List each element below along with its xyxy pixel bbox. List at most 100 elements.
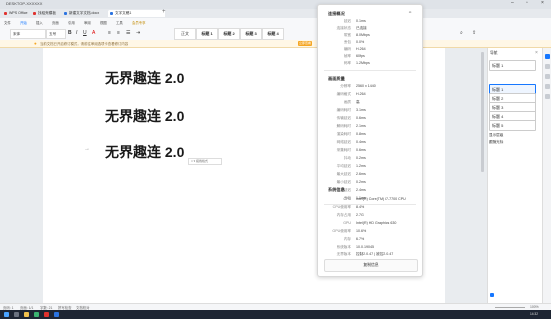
section-title-system: 系统信息	[328, 187, 345, 192]
wps-icon	[4, 12, 7, 15]
stat-row: 编码耗时 3.1ms	[318, 107, 422, 114]
ribbon: 文件 开始 插入 页面 引用 审阅 视图 工具 会员专享 宋体 五号 B I U…	[0, 18, 551, 41]
window-title: DESKTOP-XXXXXX	[6, 1, 43, 6]
nav-checkbox[interactable]	[490, 293, 494, 297]
heading-line-1[interactable]: 无界趣连 2.0	[105, 68, 184, 88]
stat-row: 传输延迟 0.6ms	[318, 115, 422, 122]
nav-option-level[interactable]: 显示层级	[489, 132, 535, 138]
style-normal[interactable]: 正文	[174, 28, 196, 40]
copy-info-button[interactable]: 复制信息	[324, 259, 418, 272]
align-left-icon[interactable]: ≡	[108, 30, 111, 36]
tab-bar: WPS Office 找稻壳模板 新建文字文档.docx 文字文稿1 +	[0, 9, 551, 18]
wps-taskbar-icon[interactable]	[44, 312, 49, 317]
underline-icon[interactable]: U	[83, 30, 87, 36]
zoom-slider[interactable]	[495, 307, 525, 308]
nav-close-icon[interactable]: ×	[535, 50, 538, 56]
style-heading-1[interactable]: 标题 1	[196, 28, 218, 40]
stat-row: 编码格式 H.264	[318, 91, 422, 98]
browser-icon[interactable]	[34, 312, 39, 317]
stat-row: 连接状态 已连接	[318, 25, 422, 32]
style-tool-icon[interactable]	[545, 64, 550, 69]
list-icon[interactable]: ☰	[126, 30, 130, 36]
maximize-icon[interactable]: ▫	[526, 0, 528, 6]
format-tooltip[interactable]: □ ▾ 拖拽格式	[188, 158, 222, 165]
heading-line-3[interactable]: 无界趣连 2.0	[105, 142, 184, 162]
menu-file[interactable]: 文件	[4, 20, 11, 25]
find-icon[interactable]: ⌕	[460, 30, 463, 36]
stat-key: 内存占用	[336, 213, 351, 217]
tab-label: WPS Office	[9, 11, 28, 15]
doc-icon	[110, 12, 113, 15]
menu-member[interactable]: 会员专享	[132, 20, 146, 25]
italic-icon[interactable]: I	[76, 30, 77, 36]
stat-key: 渲染耗时	[336, 132, 351, 136]
clock: 14:32	[530, 311, 538, 316]
title-bar: DESKTOP-XXXXXX – ▫ ×	[0, 0, 551, 9]
stat-value: 0.8ms	[356, 132, 366, 136]
stat-value: 6.7%	[356, 237, 365, 241]
tab-label: 新建文字文档.docx	[69, 11, 100, 15]
stat-value: Intel(R) Core(TM) i7-7700 CPU	[356, 197, 406, 201]
stat-value: 已连接	[356, 26, 367, 30]
minimize-icon[interactable]: –	[511, 0, 514, 6]
stat-value: 0.1ms	[356, 19, 366, 23]
font-size-select[interactable]: 五号	[46, 29, 66, 39]
nav-item-heading-5[interactable]: 标题 5	[489, 120, 536, 131]
menu-tools[interactable]: 工具	[116, 20, 123, 25]
zoom-level[interactable]: 100%	[530, 305, 539, 309]
share-icon[interactable]: ⇪	[472, 30, 476, 36]
stat-value: 0.2ms	[356, 180, 366, 184]
stat-value: 2.6ms	[356, 172, 366, 176]
font-name-select[interactable]: 宋体	[10, 29, 46, 39]
menu-review[interactable]: 审阅	[84, 20, 91, 25]
stat-key: 最大延迟	[336, 172, 351, 176]
stat-key: 最小延迟	[336, 180, 351, 184]
stat-key: 内存	[343, 237, 351, 241]
font-color-icon[interactable]: A	[92, 30, 95, 36]
stat-row: 内存 6.7%	[318, 236, 422, 243]
stat-value: 2.4ms	[356, 188, 366, 192]
nav-filter-select[interactable]: 标题 1	[489, 60, 536, 71]
tab-document-1[interactable]: 文字文稿1	[108, 10, 165, 17]
menu-page[interactable]: 页面	[52, 20, 59, 25]
style-heading-3[interactable]: 标题 3	[240, 28, 262, 40]
stat-value: 10.6%	[356, 229, 367, 233]
link-icon[interactable]: ⚭	[408, 10, 412, 16]
align-center-icon[interactable]: ≡	[117, 30, 120, 36]
stat-key: 分辨率	[340, 84, 351, 88]
new-tab-icon[interactable]: +	[162, 9, 166, 15]
bold-icon[interactable]: B	[68, 30, 72, 36]
stat-row: GPU使用率 10.6%	[318, 228, 422, 235]
comment-tool-icon[interactable]	[545, 84, 550, 89]
search-icon[interactable]	[14, 312, 19, 317]
stat-value: 1.2ms	[356, 164, 366, 168]
stat-value: 0.6ms	[356, 116, 366, 120]
navigation-pane: 导航 × 标题 1 标题 1 标题 2 标题 3 标题 4 标题 5 显示层级 …	[487, 48, 543, 303]
menu-home[interactable]: 开始	[20, 20, 27, 25]
start-icon[interactable]	[4, 312, 9, 317]
stat-value: 2.1ms	[356, 124, 366, 128]
remote-app-icon[interactable]	[54, 312, 59, 317]
stat-row: 画质 高	[318, 99, 422, 106]
stat-key: 连接状态	[336, 26, 351, 30]
close-icon[interactable]: ×	[541, 0, 544, 6]
menu-view[interactable]: 视图	[100, 20, 107, 25]
style-heading-2[interactable]: 标题 2	[218, 28, 240, 40]
style-heading-4[interactable]: 标题 4	[262, 28, 284, 40]
vertical-scrollbar[interactable]	[481, 52, 484, 172]
menu-reference[interactable]: 引用	[68, 20, 75, 25]
nav-tool-icon[interactable]	[545, 54, 550, 59]
heading-line-2[interactable]: 无界趣连 2.0	[105, 106, 184, 126]
settings-tool-icon[interactable]	[545, 94, 550, 99]
menu-insert[interactable]: 插入	[36, 20, 43, 25]
stat-key: GPU使用率	[332, 229, 351, 233]
stat-key: 抖动	[343, 156, 351, 160]
tab-new-doc[interactable]: 新建文字文档.docx	[62, 10, 114, 17]
stat-key: 丢包	[343, 40, 351, 44]
notice-button[interactable]: 立即查看	[298, 40, 312, 46]
indent-icon[interactable]: ⇥	[136, 30, 140, 36]
property-tool-icon[interactable]	[545, 74, 550, 79]
explorer-icon[interactable]	[24, 312, 29, 317]
stat-value: 2560 x 1440	[356, 84, 376, 88]
nav-option-follow[interactable]: 跟随光标	[489, 139, 535, 145]
